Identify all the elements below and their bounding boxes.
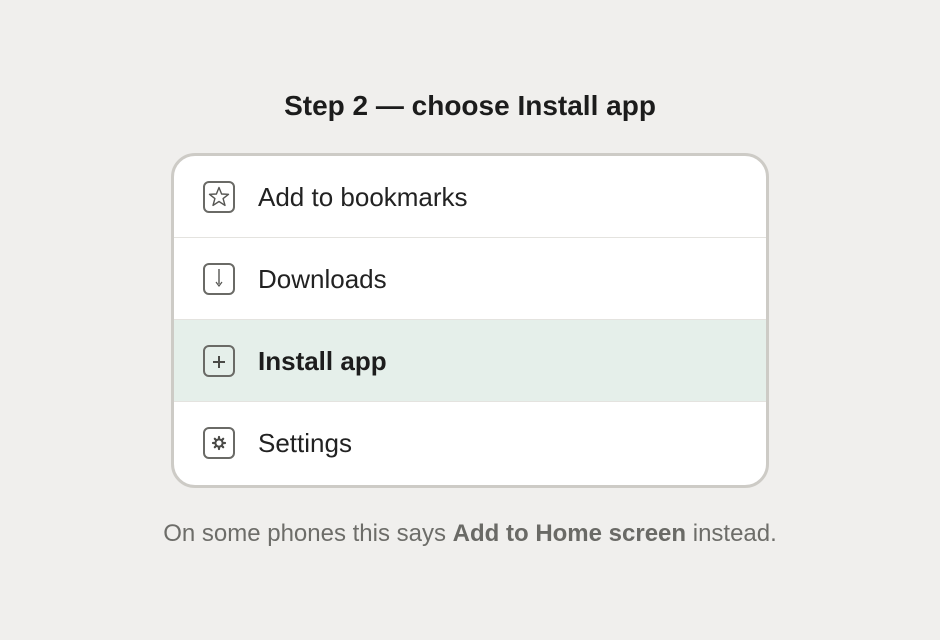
plus-icon — [203, 344, 235, 377]
menu-item-install-app[interactable]: Install app — [174, 320, 766, 402]
menu-item-settings[interactable]: Settings — [174, 402, 766, 484]
browser-menu: Add to bookmarks Downloads Install app S… — [171, 153, 769, 488]
hint-emphasis: Add to Home screen — [452, 520, 687, 547]
page-title: Step 2 — choose Install app — [284, 90, 656, 121]
hint-suffix: instead. — [686, 520, 777, 547]
menu-item-downloads[interactable]: Downloads — [174, 238, 766, 320]
menu-item-label: Add to bookmarks — [258, 181, 468, 212]
hint-text: On some phones this says Add to Home scr… — [0, 518, 940, 550]
menu-item-add-to-bookmarks[interactable]: Add to bookmarks — [174, 156, 766, 238]
menu-item-label: Downloads — [258, 263, 387, 294]
menu-item-label: Install app — [258, 345, 387, 376]
menu-item-label: Settings — [258, 428, 352, 458]
hint-prefix: On some phones this says — [163, 520, 453, 547]
gear-icon — [203, 427, 235, 459]
download-icon — [203, 262, 235, 295]
star-icon — [203, 180, 235, 213]
